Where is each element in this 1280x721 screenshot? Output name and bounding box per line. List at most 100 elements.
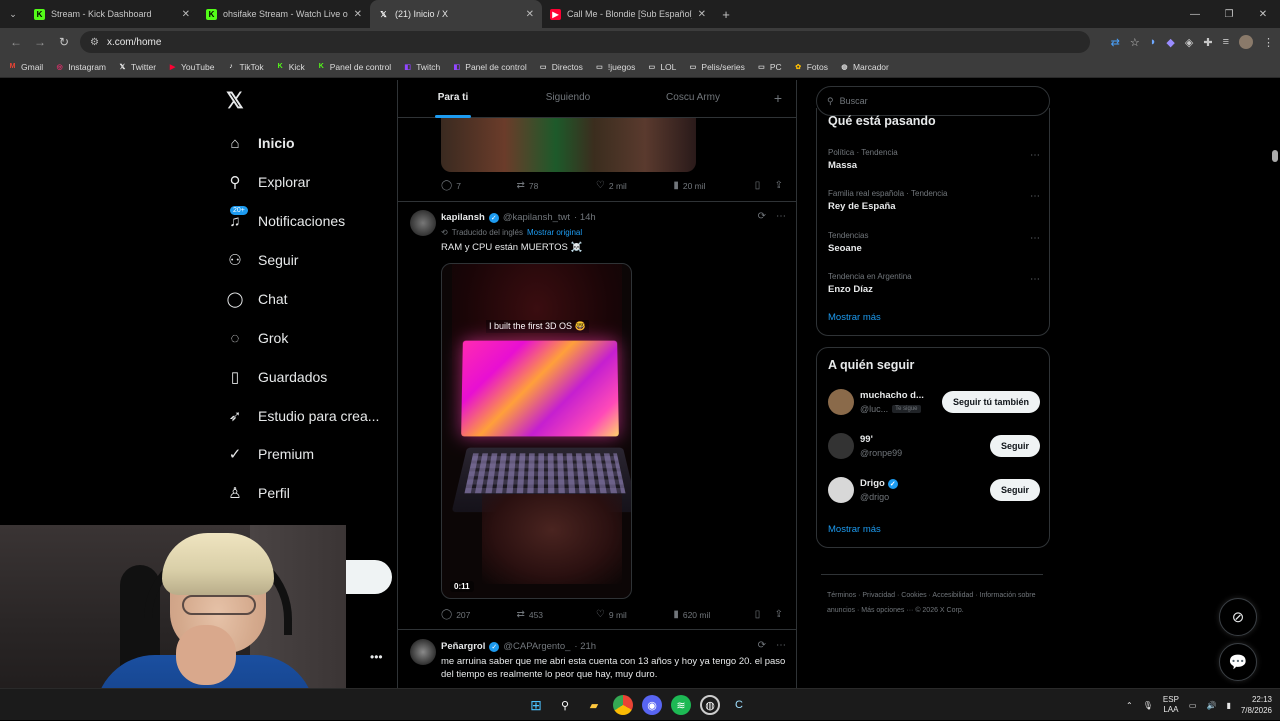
bookmark-button[interactable]: ▯ [755, 609, 775, 620]
extension-icon[interactable]: ◗ [1150, 36, 1157, 48]
clock[interactable]: 22:13 7/8/2026 [1241, 694, 1272, 716]
microphone-icon[interactable]: 🎙 [1143, 701, 1153, 710]
tweet-time[interactable]: · 21h [574, 641, 596, 652]
trend-item[interactable]: Tendencias Seoane ⋯ [828, 231, 1040, 254]
network-icon[interactable]: ▭ [1189, 701, 1197, 710]
restore-icon[interactable]: ❐ [1212, 0, 1246, 28]
trends-show-more-link[interactable]: Mostrar más [828, 312, 881, 323]
avatar[interactable] [828, 477, 854, 503]
avatar[interactable] [410, 639, 436, 665]
extension-icon[interactable]: ◈ [1185, 36, 1193, 49]
tab-coscu-army[interactable]: Coscu Army [628, 80, 758, 118]
bookmark-item[interactable]: M Gmail [8, 62, 43, 72]
more-icon[interactable]: ⋯ [1030, 191, 1040, 202]
search-icon[interactable]: ⚲ [555, 695, 575, 715]
nav-item-seguir[interactable]: ⚇ Seguir [226, 246, 298, 274]
new-tab-button[interactable]: + [714, 7, 738, 22]
repost-button[interactable]: ⇄ 78 [516, 180, 595, 191]
follow-button[interactable]: Seguir tú también [942, 391, 1040, 413]
more-icon[interactable]: ⋮ [1263, 36, 1274, 49]
close-icon[interactable]: ✕ [182, 9, 190, 20]
more-icon[interactable]: ⋯ [1030, 233, 1040, 244]
browser-tab-active[interactable]: 𝕏 (21) Inicio / X ✕ [370, 0, 542, 28]
bookmark-item[interactable]: K Kick [276, 62, 305, 72]
trend-item[interactable]: Política · Tendencia Massa ⋯ [828, 148, 1040, 171]
bookmark-item[interactable]: ▶ YouTube [168, 62, 214, 72]
bookmark-item[interactable]: ◧ Twitch [403, 62, 440, 72]
suggestion-name[interactable]: 99' [860, 434, 873, 445]
bookmark-item[interactable]: ♪ TikTok [226, 62, 263, 72]
reading-list-icon[interactable]: ≡ [1223, 36, 1229, 48]
bookmark-item[interactable]: ◧ Panel de control [452, 62, 526, 72]
like-button[interactable]: ♡ 2 mil [596, 180, 673, 191]
chrome-icon[interactable] [613, 695, 633, 715]
browser-tab[interactable]: K Stream - Kick Dashboard ✕ [26, 0, 198, 28]
tab-para-ti[interactable]: Para ti [398, 80, 508, 118]
author-handle[interactable]: @CAPArgento_ [503, 641, 570, 652]
more-icon[interactable]: ⋯ [776, 211, 786, 222]
language-indicator[interactable]: ESP LAA [1163, 695, 1179, 715]
scrollbar-thumb[interactable] [1272, 150, 1278, 162]
puzzle-icon[interactable]: ✚ [1203, 36, 1212, 49]
bookmark-item[interactable]: ✿ Fotos [794, 62, 828, 72]
add-tab-icon[interactable]: + [774, 90, 782, 106]
follow-button[interactable]: Seguir [990, 435, 1040, 457]
footer-links[interactable]: Términos · Privacidad · Cookies · Accesi… [827, 588, 1047, 618]
post-media[interactable] [441, 118, 696, 172]
reply-button[interactable]: ◯ 207 [441, 609, 516, 620]
tab-siguiendo[interactable]: Siguiendo [508, 80, 628, 118]
bookmark-item[interactable]: ▭ !juegos [595, 62, 635, 72]
forward-icon[interactable]: → [28, 35, 52, 49]
like-button[interactable]: ♡ 9 mil [596, 609, 673, 620]
follow-button[interactable]: Seguir [990, 479, 1040, 501]
bookmark-item[interactable]: 𝕏 Twitter [118, 62, 156, 72]
avatar[interactable] [828, 389, 854, 415]
bookmark-item[interactable]: ◍ Marcador [840, 62, 889, 72]
more-icon[interactable]: ••• [370, 650, 383, 664]
nav-item-chat[interactable]: ◯ Chat [226, 285, 288, 313]
suggestion-name[interactable]: muchacho d... [860, 390, 924, 401]
nav-item-guardados[interactable]: ▯ Guardados [226, 363, 327, 391]
avatar[interactable] [410, 210, 436, 236]
close-icon[interactable]: ✕ [698, 9, 706, 20]
share-button[interactable]: ⇪ [775, 180, 783, 191]
browser-tab[interactable]: K ohsifake Stream - Watch Live o ✕ [198, 0, 370, 28]
grok-fab-icon[interactable]: ⊘ [1219, 598, 1257, 636]
bookmark-button[interactable]: ▯ [755, 180, 775, 191]
reload-icon[interactable]: ↻ [52, 35, 76, 49]
browser-tab[interactable]: ▶ Call Me - Blondie [Sub Español] ✕ [542, 0, 714, 28]
views-button[interactable]: ▮ 620 mil [673, 609, 754, 620]
nav-item-notificaciones[interactable]: ♫ 20+ Notificaciones [226, 207, 345, 235]
nav-item-explorar[interactable]: ⚲ Explorar [226, 168, 310, 196]
post-button[interactable] [346, 560, 392, 594]
bookmark-item[interactable]: ▭ Pelis/series [688, 62, 744, 72]
spotify-icon[interactable]: ≋ [671, 695, 691, 715]
nav-item-grok[interactable]: ◌ Grok [226, 324, 288, 352]
bookmark-item[interactable]: ◎ Instagram [55, 62, 106, 72]
tab-search-icon[interactable]: ⌄ [0, 0, 26, 28]
share-button[interactable]: ⇪ [775, 609, 783, 620]
tweet-video[interactable]: I built the first 3D OS 🤓 0:11 [441, 263, 632, 599]
close-window-icon[interactable]: ✕ [1246, 0, 1280, 28]
reply-button[interactable]: ◯ 7 [441, 180, 516, 191]
repost-button[interactable]: ⇄ 453 [516, 609, 595, 620]
grok-icon[interactable]: ⟳ [758, 211, 766, 222]
bookmark-item[interactable]: K Panel de control [317, 62, 391, 72]
site-info-icon[interactable]: ⚙ [90, 37, 99, 48]
trend-item[interactable]: Familia real española · Tendencia Rey de … [828, 189, 1040, 212]
nav-item-estudio-para-crea[interactable]: ➶ Estudio para crea... [226, 402, 379, 430]
close-icon[interactable]: ✕ [526, 9, 534, 20]
chevron-up-icon[interactable]: ⌃ [1126, 701, 1133, 710]
bookmark-item[interactable]: ▭ Directos [539, 62, 583, 72]
bookmark-item[interactable]: ▭ LOL [647, 62, 676, 72]
windows-start-icon[interactable]: ⊞ [526, 695, 546, 715]
address-bar[interactable]: ⚙ x.com/home [80, 31, 1090, 53]
x-logo-icon[interactable]: 𝕏 [226, 88, 244, 114]
nav-item-inicio[interactable]: ⌂ Inicio [226, 129, 295, 157]
more-icon[interactable]: ⋯ [776, 640, 786, 651]
author-name[interactable]: kapilansh [441, 212, 485, 223]
author-handle[interactable]: @kapilansh_twt [503, 212, 570, 223]
back-icon[interactable]: ← [4, 35, 28, 49]
close-icon[interactable]: ✕ [354, 9, 362, 20]
obs-icon[interactable]: ◍ [700, 695, 720, 715]
